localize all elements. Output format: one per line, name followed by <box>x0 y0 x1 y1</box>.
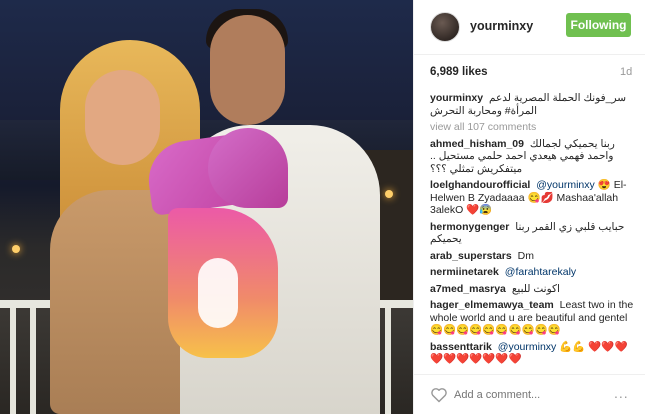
more-options-icon[interactable]: ... <box>614 385 629 401</box>
comments-list[interactable]: yourminxy سر_فونك الحملة المصرية لدعم ال… <box>430 92 635 374</box>
list-item: a7med_masrya اكونت للبيع <box>430 283 635 296</box>
post-header: yourminxy Following <box>414 0 645 55</box>
avatar[interactable] <box>430 12 460 42</box>
list-item: loelghandourofficial @yourminxy 😍 El-Hel… <box>430 179 635 217</box>
list-item: bassenttarik @yourminxy 💪💪 ❤️❤️❤️❤️❤️❤️❤… <box>430 341 635 366</box>
list-item: arab_superstars Dm <box>430 250 635 263</box>
post-footer: ... <box>414 374 645 414</box>
comment-text: Dm <box>517 249 534 262</box>
heart-icon[interactable] <box>430 387 448 403</box>
header-username[interactable]: yourminxy <box>470 19 533 33</box>
comment-username[interactable]: nermiinetarek <box>430 266 499 278</box>
following-button[interactable]: Following <box>566 13 631 37</box>
photo-face <box>210 15 285 125</box>
photo-lamp <box>12 245 20 253</box>
comment-input[interactable] <box>454 385 604 405</box>
photo-sign-top-right <box>208 128 288 208</box>
list-item: hermonygenger حبايب قلبي زي القمر ربنا ي… <box>430 221 635 246</box>
photo-sign-cutout <box>198 258 238 328</box>
comment-text: اكونت للبيع <box>511 282 560 295</box>
photo-lamp <box>385 190 393 198</box>
comment-username[interactable]: yourminxy <box>430 92 483 104</box>
view-all-comments-link[interactable]: view all 107 comments <box>430 121 635 134</box>
post-time[interactable]: 1d <box>620 66 632 78</box>
photo-sign <box>143 128 298 368</box>
likes-count[interactable]: 6,989 likes <box>430 66 488 78</box>
photo-baluster <box>385 308 391 414</box>
comment-username[interactable]: arab_superstars <box>430 250 512 262</box>
comment-username[interactable]: ahmed_hisham_09 <box>430 138 524 150</box>
photo-baluster <box>30 308 36 414</box>
comment-username[interactable]: hager_elmemawya_team <box>430 299 554 311</box>
post-stats: 6,989 likes 1d <box>430 66 632 82</box>
comment-username[interactable]: bassenttarik <box>430 341 492 353</box>
list-item: nermiinetarek @farahtarekaly <box>430 266 635 279</box>
post-side-panel: yourminxy Following 6,989 likes 1d yourm… <box>413 0 645 414</box>
comment-mention[interactable]: @yourminxy <box>498 341 557 353</box>
comment-username[interactable]: a7med_masrya <box>430 283 506 295</box>
comment-username[interactable]: hermonygenger <box>430 221 509 233</box>
list-item: ahmed_hisham_09 ربنا يحميكي لجمالك واحمد… <box>430 138 635 176</box>
photo-baluster <box>10 308 16 414</box>
caption: yourminxy سر_فونك الحملة المصرية لدعم ال… <box>430 92 635 117</box>
comment-mention[interactable]: @yourminxy <box>536 179 595 191</box>
comment-mention[interactable]: @farahtarekaly <box>505 266 576 278</box>
post-photo[interactable] <box>0 0 413 414</box>
comment-username[interactable]: loelghandourofficial <box>430 179 530 191</box>
list-item: hager_elmemawya_team Least two in the wh… <box>430 299 635 337</box>
